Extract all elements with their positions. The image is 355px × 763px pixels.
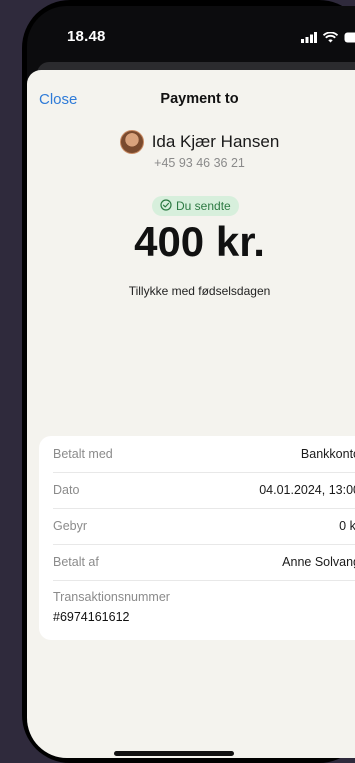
detail-row-paid-with: Betalt med Bankkonto (53, 436, 355, 473)
home-indicator[interactable] (114, 751, 234, 756)
payment-sheet: Close Payment to Ida Kjær Hansen +45 93 … (27, 70, 355, 758)
status-time: 18.48 (67, 28, 106, 45)
nav-bar: Close Payment to (27, 70, 355, 118)
transaction-number-value: #6974161612 (53, 610, 130, 624)
avatar (119, 130, 144, 154)
status-badge-label: Du sendte (176, 199, 231, 213)
battery-icon (344, 30, 355, 48)
wifi-icon (322, 30, 339, 48)
detail-label: Dato (53, 483, 80, 497)
payment-message: Tillykke med fødselsdagen (128, 284, 271, 298)
recipient: Ida Kjær Hansen (27, 130, 355, 154)
detail-row-fee: Gebyr 0 kr (53, 508, 355, 545)
detail-value: 04.01.2024, 13:00 (259, 483, 355, 497)
recipient-phone: +45 93 46 36 21 (154, 156, 245, 170)
signal-icon (301, 30, 317, 48)
detail-value: Anne Solvang (282, 555, 355, 569)
detail-value: 0 kr (339, 519, 355, 533)
status-badge: Du sendte (152, 196, 239, 216)
page-title: Payment to (160, 91, 239, 107)
detail-label: Betalt af (53, 555, 99, 569)
detail-row-paid-by: Betalt af Anne Solvang (53, 544, 355, 581)
checkmark-circle-icon (160, 198, 172, 214)
detail-label: Gebyr (53, 519, 88, 533)
payment-details-card: Betalt med Bankkonto Dato 04.01.2024, 13… (39, 436, 355, 640)
payment-amount: 400 kr. (134, 218, 265, 265)
screen: 18.48 Close Payment to Ida Kjær Hansen +… (27, 6, 355, 758)
detail-row-date: Dato 04.01.2024, 13:00 (53, 472, 355, 509)
transaction-number-label: Transaktionsnummer (53, 590, 170, 604)
status-icons (301, 30, 355, 48)
detail-label: Betalt med (53, 447, 113, 461)
status-bar: 18.48 (27, 6, 355, 62)
recipient-name: Ida Kjær Hansen (151, 132, 280, 151)
detail-value: Bankkonto (300, 447, 355, 461)
